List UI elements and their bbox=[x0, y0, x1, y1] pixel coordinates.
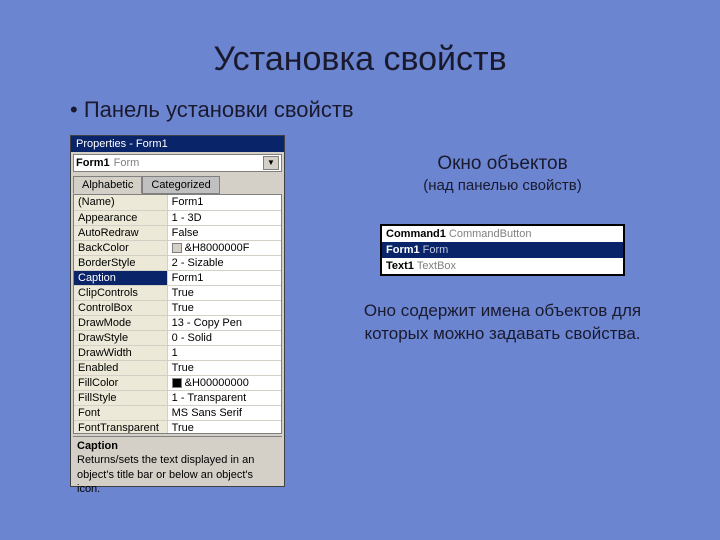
color-swatch-icon bbox=[172, 378, 182, 388]
property-value[interactable]: 0 - Solid bbox=[167, 330, 281, 345]
property-name: ControlBox bbox=[74, 300, 167, 315]
property-row[interactable]: FillStyle1 - Transparent bbox=[74, 390, 281, 405]
slide-title: Установка свойств bbox=[40, 40, 680, 79]
property-row[interactable]: (Name)Form1 bbox=[74, 195, 281, 210]
property-row[interactable]: BorderStyle2 - Sizable bbox=[74, 255, 281, 270]
property-row[interactable]: EnabledTrue bbox=[74, 360, 281, 375]
property-name: Caption bbox=[74, 270, 167, 285]
property-row[interactable]: DrawStyle0 - Solid bbox=[74, 330, 281, 345]
property-name: DrawWidth bbox=[74, 345, 167, 360]
properties-grid[interactable]: (Name)Form1Appearance1 - 3DAutoRedrawFal… bbox=[73, 194, 282, 434]
object-type: Form bbox=[114, 157, 140, 169]
property-value[interactable]: True bbox=[167, 360, 281, 375]
property-name: DrawMode bbox=[74, 315, 167, 330]
property-name: ClipControls bbox=[74, 285, 167, 300]
slide-bullet: Панель установки свойств bbox=[70, 97, 680, 123]
property-value[interactable]: False bbox=[167, 225, 281, 240]
tab-alphabetic[interactable]: Alphabetic bbox=[73, 176, 142, 194]
property-row[interactable]: FillColor&H00000000 bbox=[74, 375, 281, 390]
property-value[interactable]: 13 - Copy Pen bbox=[167, 315, 281, 330]
objects-window-title: Окно объектов bbox=[325, 153, 680, 175]
property-name: FillColor bbox=[74, 375, 167, 390]
property-name: BackColor bbox=[74, 240, 167, 255]
property-name: DrawStyle bbox=[74, 330, 167, 345]
property-name: Enabled bbox=[74, 360, 167, 375]
property-row[interactable]: Appearance1 - 3D bbox=[74, 210, 281, 225]
object-item-type: Form bbox=[423, 244, 449, 256]
objects-window-description: Оно содержит имена объектов для которых … bbox=[325, 300, 680, 346]
tabs: Alphabetic Categorized bbox=[71, 174, 284, 194]
object-item-name: Form1 bbox=[386, 244, 420, 256]
object-item-type: CommandButton bbox=[449, 228, 532, 240]
object-item-type: TextBox bbox=[417, 260, 456, 272]
objects-list-item[interactable]: Text1TextBox bbox=[382, 258, 623, 274]
property-row[interactable]: FontMS Sans Serif bbox=[74, 405, 281, 420]
property-name: Appearance bbox=[74, 210, 167, 225]
properties-panel: Properties - Form1 Form1 Form ▼ Alphabet… bbox=[70, 135, 285, 487]
property-value[interactable]: 1 - 3D bbox=[167, 210, 281, 225]
property-name: BorderStyle bbox=[74, 255, 167, 270]
property-value[interactable]: Form1 bbox=[167, 195, 281, 210]
objects-list[interactable]: Command1CommandButtonForm1FormText1TextB… bbox=[380, 224, 625, 276]
property-row[interactable]: CaptionForm1 bbox=[74, 270, 281, 285]
property-value[interactable]: 1 bbox=[167, 345, 281, 360]
property-name: FontTransparent bbox=[74, 420, 167, 434]
property-value[interactable]: True bbox=[167, 420, 281, 434]
property-row[interactable]: ClipControlsTrue bbox=[74, 285, 281, 300]
property-row[interactable]: AutoRedrawFalse bbox=[74, 225, 281, 240]
tab-categorized[interactable]: Categorized bbox=[142, 176, 219, 194]
property-name: FillStyle bbox=[74, 390, 167, 405]
properties-panel-titlebar: Properties - Form1 bbox=[71, 136, 284, 152]
property-description-text: Returns/sets the text displayed in an ob… bbox=[77, 453, 278, 496]
property-name: AutoRedraw bbox=[74, 225, 167, 240]
property-row[interactable]: DrawMode13 - Copy Pen bbox=[74, 315, 281, 330]
object-item-name: Command1 bbox=[386, 228, 446, 240]
dropdown-icon[interactable]: ▼ bbox=[263, 156, 279, 170]
objects-window-subtitle: (над панелью свойств) bbox=[325, 177, 680, 194]
object-selector[interactable]: Form1 Form ▼ bbox=[73, 154, 282, 172]
property-name: (Name) bbox=[74, 195, 167, 210]
object-item-name: Text1 bbox=[386, 260, 414, 272]
property-description: Caption Returns/sets the text displayed … bbox=[73, 436, 282, 484]
property-value[interactable]: True bbox=[167, 285, 281, 300]
property-value[interactable]: True bbox=[167, 300, 281, 315]
object-name: Form1 bbox=[76, 157, 110, 169]
objects-list-item[interactable]: Command1CommandButton bbox=[382, 226, 623, 242]
color-swatch-icon bbox=[172, 243, 182, 253]
objects-list-item[interactable]: Form1Form bbox=[382, 242, 623, 258]
property-description-title: Caption bbox=[77, 439, 278, 453]
property-value[interactable]: MS Sans Serif bbox=[167, 405, 281, 420]
property-row[interactable]: FontTransparentTrue bbox=[74, 420, 281, 434]
property-value[interactable]: 2 - Sizable bbox=[167, 255, 281, 270]
property-value[interactable]: Form1 bbox=[167, 270, 281, 285]
property-row[interactable]: BackColor&H8000000F bbox=[74, 240, 281, 255]
property-name: Font bbox=[74, 405, 167, 420]
property-row[interactable]: DrawWidth1 bbox=[74, 345, 281, 360]
property-value[interactable]: &H8000000F bbox=[167, 240, 281, 255]
property-value[interactable]: &H00000000 bbox=[167, 375, 281, 390]
property-row[interactable]: ControlBoxTrue bbox=[74, 300, 281, 315]
property-value[interactable]: 1 - Transparent bbox=[167, 390, 281, 405]
